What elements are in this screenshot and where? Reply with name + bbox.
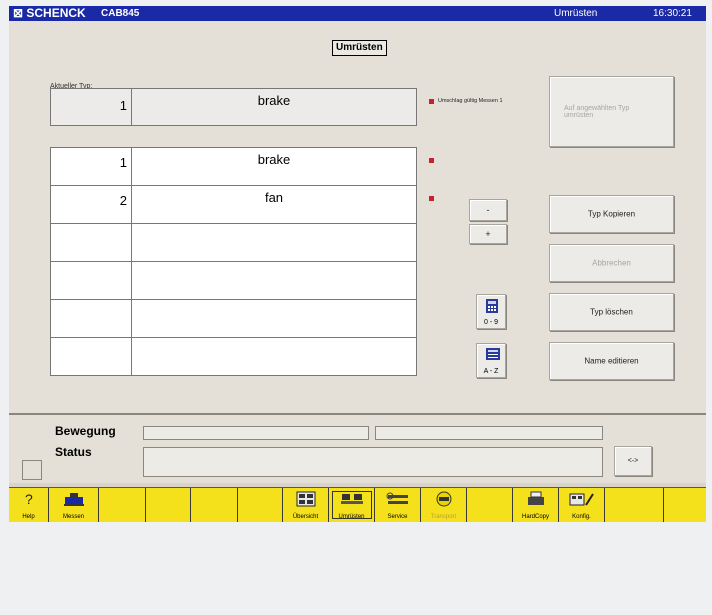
page-title: Umrüsten (332, 40, 387, 56)
type-name[interactable] (131, 337, 417, 376)
status-indicator (22, 460, 42, 480)
taskbar-slot-empty (238, 488, 283, 522)
flag-label: Umschlag gültig Messen 1 (438, 98, 503, 104)
switch-type-label: Auf angewählten Typ umrüsten (564, 104, 630, 119)
taskbar-button-umrüsten[interactable]: Umrüsten (329, 488, 375, 522)
taskbar-button-übersicht[interactable]: Übersicht (283, 488, 329, 522)
movement-field-1 (143, 426, 369, 440)
changeover-icon (340, 491, 364, 509)
taskbar-slot-empty (146, 488, 191, 522)
alpha-label: A - Z (483, 368, 499, 375)
alpha-keyboard-button[interactable]: A - Z (476, 343, 506, 378)
keyboard-icon (486, 348, 500, 360)
brand-logo: ⊠ SCHENCK (13, 6, 86, 20)
taskbar-label: Messen (62, 514, 84, 520)
cancel-button[interactable]: Abbrechen (549, 244, 674, 282)
current-type-name: brake (131, 88, 417, 126)
main-panel: Umrüsten Aktueller Typ: 1 brake Umschlag… (9, 21, 706, 415)
movement-field-2 (375, 426, 603, 440)
type-number[interactable] (50, 261, 132, 300)
transport-icon (433, 491, 455, 509)
flag-indicator (429, 196, 434, 201)
movement-label: Bewegung (55, 424, 116, 438)
taskbar-button-messen[interactable]: Messen (49, 488, 99, 522)
taskbar-button-service[interactable]: Service (375, 488, 421, 522)
numpad-button[interactable]: 0 - 9 (476, 294, 506, 329)
cancel-label: Abbrechen (592, 258, 631, 268)
type-name[interactable]: fan (131, 185, 417, 224)
flag-indicator (429, 158, 434, 163)
copy-type-button[interactable]: Typ Kopieren (549, 195, 674, 233)
edit-name-label: Name editieren (584, 356, 639, 366)
type-name[interactable] (131, 223, 417, 262)
overview-icon (296, 491, 316, 509)
clock: 16:30:21 (653, 8, 692, 19)
wrench-icon (386, 491, 410, 509)
taskbar-slot-empty (467, 488, 513, 522)
copy-type-label: Typ Kopieren (587, 209, 636, 219)
flag-indicator (429, 99, 434, 104)
plus-button[interactable]: + (469, 224, 507, 244)
taskbar-label: Help (22, 514, 35, 520)
taskbar-label: HardCopy (521, 514, 549, 520)
taskbar-button-konfig[interactable]: Konfig. (559, 488, 605, 522)
status-area: Bewegung Status <-> (9, 415, 706, 483)
minus-label: - (486, 205, 490, 215)
delete-type-label: Typ löschen (590, 307, 633, 317)
status-label: Status (55, 445, 92, 459)
printer-icon (526, 491, 546, 509)
type-name[interactable] (131, 261, 417, 300)
taskbar-button-hardcopy[interactable]: HardCopy (513, 488, 559, 522)
type-number[interactable] (50, 337, 132, 376)
measure-icon (63, 491, 85, 509)
status-field (143, 447, 603, 477)
taskbar-slot-empty (191, 488, 238, 522)
arrow-label: <-> (627, 457, 639, 465)
arrow-button[interactable]: <-> (614, 446, 652, 476)
switch-type-button[interactable]: Auf angewählten Typ umrüsten (549, 76, 674, 147)
taskbar-slot-empty (99, 488, 146, 522)
plus-label: + (485, 229, 491, 239)
app-window: ⊠ SCHENCK CAB845 Umrüsten 16:30:21 Umrüs… (9, 6, 706, 522)
taskbar-button-help[interactable]: ? Help (9, 488, 49, 522)
delete-type-button[interactable]: Typ löschen (549, 293, 674, 331)
taskbar-label: Umrüsten (338, 514, 365, 520)
type-name[interactable] (131, 299, 417, 338)
type-number[interactable] (50, 299, 132, 338)
taskbar-label: Transport (430, 514, 457, 520)
taskbar-slot-empty (605, 488, 664, 522)
numpad-label: 0 - 9 (483, 319, 498, 326)
type-number[interactable] (50, 223, 132, 262)
svg-text:?: ? (25, 491, 33, 507)
current-type-number: 1 (50, 88, 132, 126)
taskbar: ? Help Messen Übersicht Umrüsten Service Trans… (9, 487, 706, 522)
config-icon (569, 491, 595, 509)
title-bar: ⊠ SCHENCK CAB845 Umrüsten 16:30:21 (9, 6, 706, 21)
minus-button[interactable]: - (469, 199, 507, 221)
taskbar-label: Übersicht (292, 514, 319, 520)
machine-model: CAB845 (101, 8, 140, 19)
edit-name-button[interactable]: Name editieren (549, 342, 674, 380)
numpad-icon (486, 299, 498, 313)
type-number[interactable]: 1 (50, 147, 132, 186)
taskbar-label: Konfig. (572, 514, 591, 520)
type-number[interactable]: 2 (50, 185, 132, 224)
help-icon: ? (23, 491, 35, 509)
current-mode: Umrüsten (554, 8, 598, 19)
taskbar-label: Service (387, 514, 408, 520)
type-name[interactable]: brake (131, 147, 417, 186)
taskbar-button-transport[interactable]: Transport (421, 488, 467, 522)
